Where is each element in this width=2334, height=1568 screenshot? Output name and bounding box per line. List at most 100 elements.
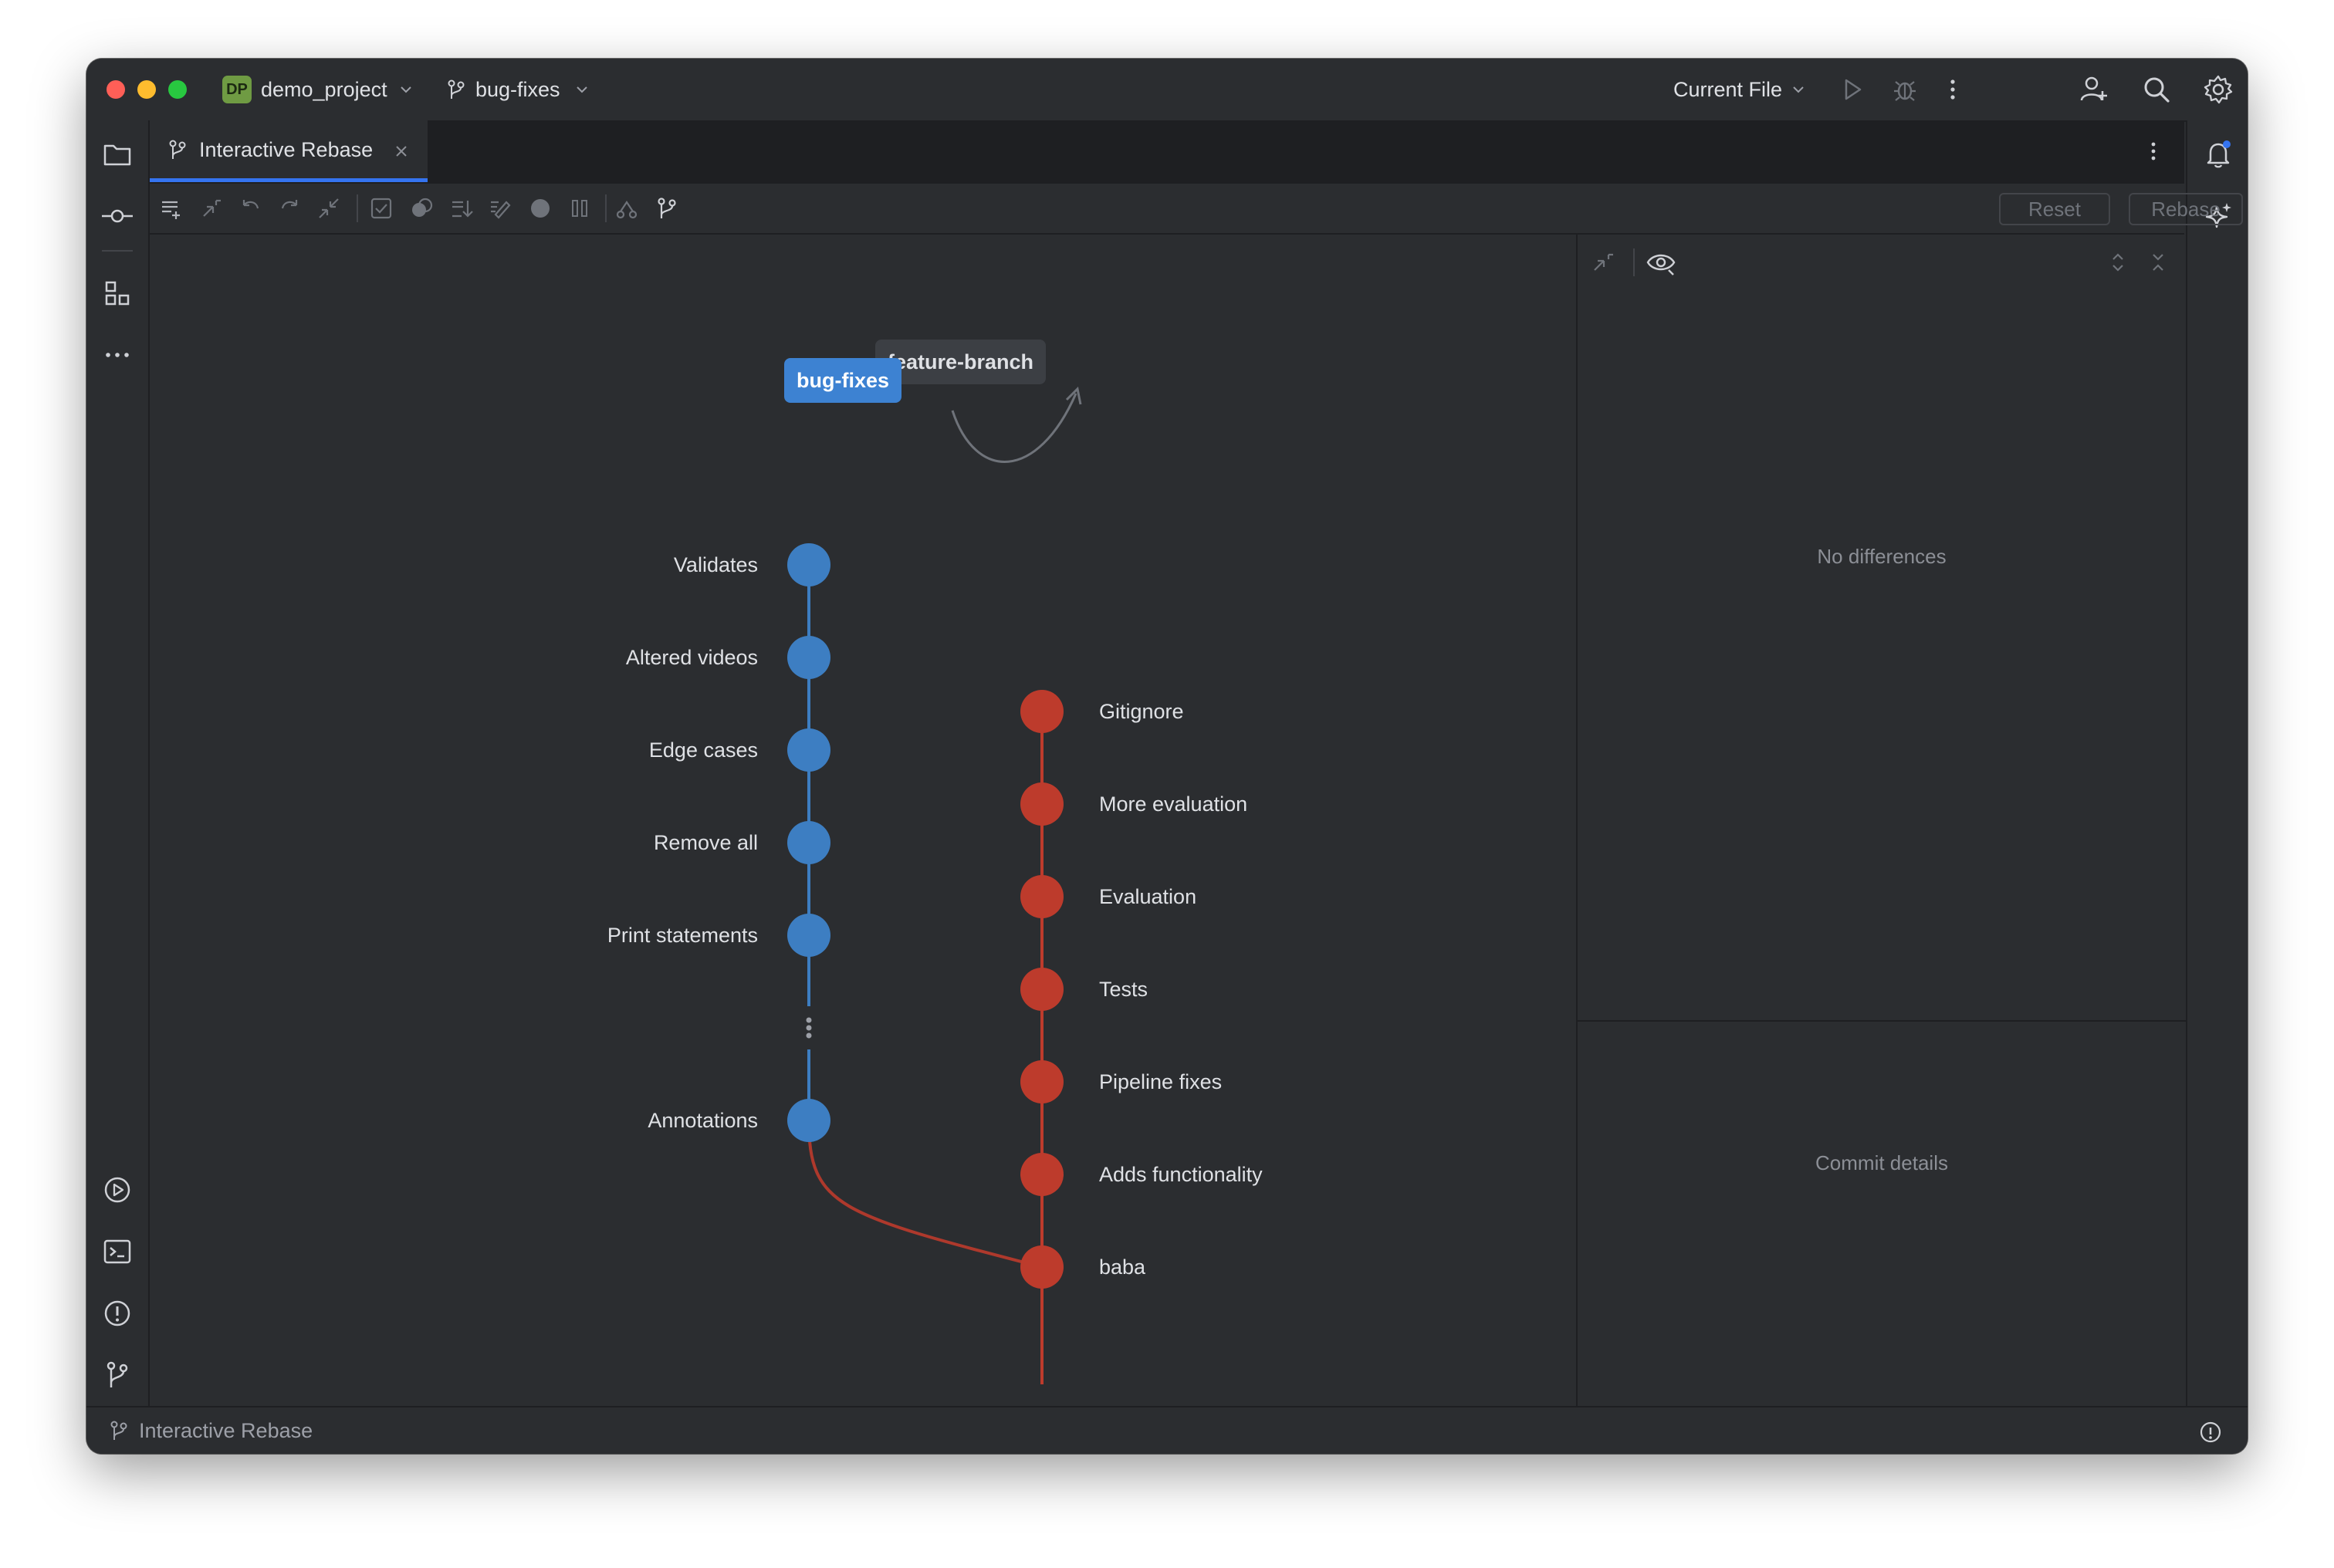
commit-label-feature[interactable]: Evaluation <box>1099 883 1196 911</box>
commit-label-bugfix[interactable]: Print statements <box>387 921 758 949</box>
rebase-graph: feature-branch bug-fixes Validates Altere… <box>150 235 1575 1406</box>
branch-icon <box>446 79 466 100</box>
commit-node-bugfix <box>787 1099 830 1142</box>
status-bar: Interactive Rebase <box>86 1406 2248 1454</box>
more-vertical-icon[interactable] <box>1947 76 1959 103</box>
merge-base-connector <box>807 1120 1043 1269</box>
reset-button[interactable]: Reset <box>1999 193 2110 225</box>
notifications-bell-icon[interactable] <box>2200 136 2237 173</box>
status-label[interactable]: Interactive Rebase <box>139 1415 313 1446</box>
commit-label-bugfix[interactable]: Remove all <box>387 829 758 857</box>
expand-collapse-icon[interactable] <box>2109 250 2127 275</box>
chevron-down-icon[interactable] <box>1791 82 1806 97</box>
commit-label-feature[interactable]: Pipeline fixes <box>1099 1068 1222 1096</box>
commit-details-label: Commit details <box>1815 1151 1948 1174</box>
branch-icon <box>110 1420 128 1441</box>
no-differences-label: No differences <box>1817 545 1947 568</box>
commit-label-feature[interactable]: Gitignore <box>1099 698 1184 725</box>
git-branch-icon[interactable] <box>99 1357 136 1394</box>
tab-label: Interactive Rebase <box>199 138 374 161</box>
commit-label-feature[interactable]: Adds functionality <box>1099 1161 1263 1188</box>
project-badge[interactable]: DP <box>222 76 252 103</box>
commit-node-bugfix <box>787 821 830 864</box>
run-config-selector[interactable]: Current File <box>1673 74 1782 105</box>
commit-label-feature[interactable]: Tests <box>1099 975 1148 1003</box>
commit-node-feature <box>1020 1153 1064 1196</box>
maximize-window-button[interactable] <box>168 80 187 99</box>
branch-selector[interactable]: bug-fixes <box>475 74 560 105</box>
commit-label-bugfix[interactable]: Edge cases <box>387 736 758 764</box>
ide-window: DP demo_project bug-fixes Current File I… <box>86 59 2248 1454</box>
pause-icon[interactable] <box>567 194 594 222</box>
tab-interactive-rebase[interactable]: Interactive Rebase <box>150 120 428 182</box>
left-tool-bar <box>86 120 150 1406</box>
branch-icon[interactable] <box>653 194 681 222</box>
more-tools-icon[interactable] <box>99 336 136 373</box>
squash-icon[interactable] <box>198 194 225 222</box>
commit-node-feature <box>1020 1245 1064 1289</box>
structure-icon[interactable] <box>99 275 136 312</box>
commit-node-bugfix <box>787 914 830 957</box>
project-folder-icon[interactable] <box>99 136 136 173</box>
checkbox-icon[interactable] <box>367 194 395 222</box>
branch-icon <box>168 139 187 161</box>
stop-to-edit-icon[interactable] <box>526 194 554 222</box>
minimize-window-button[interactable] <box>137 80 156 99</box>
diff-viewer: No differences <box>1578 235 2186 1022</box>
reword-icon[interactable] <box>486 194 514 222</box>
collapse-icon[interactable] <box>315 194 343 222</box>
services-run-icon[interactable] <box>99 1171 136 1208</box>
editor-tab-bar: Interactive Rebase <box>150 120 2184 184</box>
separator <box>102 250 133 252</box>
commit-node-bugfix <box>787 543 830 586</box>
commit-label-feature[interactable]: baba <box>1099 1253 1145 1281</box>
commit-label-feature[interactable]: More evaluation <box>1099 790 1247 818</box>
branch-tag-bugfix[interactable]: bug-fixes <box>784 358 902 403</box>
commit-icon[interactable] <box>99 198 136 235</box>
diff-back-icon[interactable] <box>1592 250 1616 275</box>
chevron-down-icon[interactable] <box>398 82 414 97</box>
commit-node-feature <box>1020 690 1064 733</box>
commit-node-feature <box>1020 875 1064 918</box>
commit-graph <box>787 386 1082 1384</box>
pick-icon[interactable] <box>157 194 185 222</box>
commit-node-bugfix <box>787 636 830 679</box>
chevron-down-icon[interactable] <box>574 82 590 97</box>
settings-gear-icon[interactable] <box>2203 74 2234 105</box>
undo-icon[interactable] <box>236 194 264 222</box>
separator <box>605 194 607 222</box>
collapsed-commits-dot <box>806 1017 812 1023</box>
collapsed-commits-dot <box>806 1032 812 1039</box>
commit-label-bugfix[interactable]: Altered videos <box>387 644 758 671</box>
eye-icon[interactable] <box>1646 248 1676 276</box>
project-selector[interactable]: demo_project <box>261 74 387 105</box>
debug-icon[interactable] <box>1891 76 1919 103</box>
problems-icon[interactable] <box>99 1295 136 1332</box>
collapse-all-icon[interactable] <box>2149 250 2167 275</box>
close-tab-icon[interactable] <box>394 144 409 159</box>
commit-label-bugfix[interactable]: Annotations <box>387 1107 758 1134</box>
tab-options-icon[interactable] <box>2147 139 2160 164</box>
rebase-button[interactable]: Rebase <box>2129 193 2243 225</box>
fixup-icon[interactable] <box>408 194 435 222</box>
commit-node-feature <box>1020 1060 1064 1103</box>
collapsed-commits-dot <box>806 1025 812 1031</box>
commit-label-bugfix[interactable]: Validates <box>387 551 758 579</box>
commit-node-feature <box>1020 782 1064 826</box>
redo-icon[interactable] <box>276 194 304 222</box>
info-icon[interactable] <box>2198 1420 2223 1445</box>
merge-icon[interactable] <box>613 194 641 222</box>
add-user-icon[interactable] <box>2079 74 2110 105</box>
run-icon[interactable] <box>1840 76 1865 103</box>
title-bar: DP demo_project bug-fixes Current File <box>86 59 2248 122</box>
commit-node-bugfix <box>787 728 830 772</box>
search-icon[interactable] <box>2141 74 2172 105</box>
commit-node-feature <box>1020 968 1064 1011</box>
rebase-toolbar: Reset Rebase <box>150 184 2243 235</box>
close-window-button[interactable] <box>107 80 125 99</box>
separator <box>357 194 358 222</box>
right-tool-bar <box>2186 120 2248 1406</box>
drop-icon[interactable] <box>448 194 475 222</box>
separator <box>1633 248 1635 276</box>
terminal-icon[interactable] <box>99 1233 136 1270</box>
